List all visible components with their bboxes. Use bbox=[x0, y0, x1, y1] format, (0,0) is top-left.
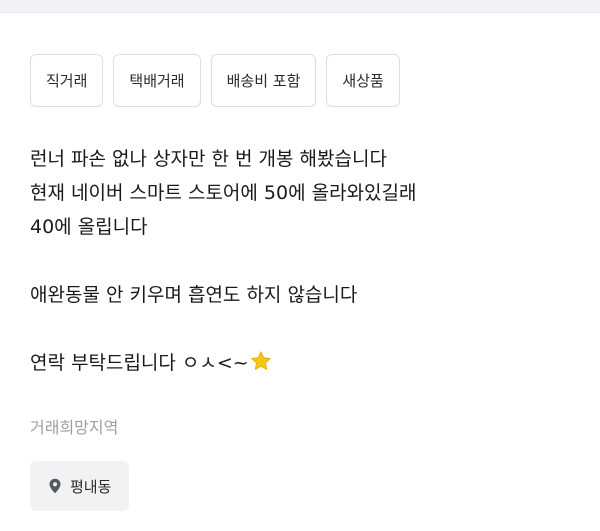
tag-direct-trade[interactable]: 직거래 bbox=[30, 54, 104, 107]
region-label: 거래희망지역 bbox=[30, 418, 119, 437]
top-divider-strip bbox=[0, 0, 600, 13]
item-description: 런너 파손 없나 상자만 한 번 개봉 해봤습니다 현재 네이버 스마트 스토어… bbox=[30, 142, 580, 380]
star-icon bbox=[251, 351, 271, 370]
description-line-last: 연락 부탁드립니다 ㅇㅅ<~ bbox=[30, 346, 580, 380]
description-line: 40에 올립니다 bbox=[30, 216, 148, 238]
description-text: 연락 부탁드립니다 ㅇㅅ<~ bbox=[30, 352, 249, 374]
region-value: 평내동 bbox=[70, 477, 112, 496]
trade-tags: 직거래 택배거래 배송비 포함 새상품 bbox=[30, 54, 400, 107]
region-chip[interactable]: 평내동 bbox=[30, 461, 130, 511]
location-pin-icon bbox=[49, 478, 61, 494]
tag-new-product[interactable]: 새상품 bbox=[326, 54, 400, 107]
tag-shipping-included[interactable]: 배송비 포함 bbox=[210, 54, 317, 107]
tag-delivery-trade[interactable]: 택배거래 bbox=[113, 54, 201, 107]
description-line: 런너 파손 없나 상자만 한 번 개봉 해봤습니다 bbox=[30, 148, 387, 170]
description-line: 애완동물 안 키우며 흡연도 하지 않습니다 bbox=[30, 284, 358, 306]
description-line: 현재 네이버 스마트 스토어에 50에 올라와있길래 bbox=[30, 182, 417, 204]
